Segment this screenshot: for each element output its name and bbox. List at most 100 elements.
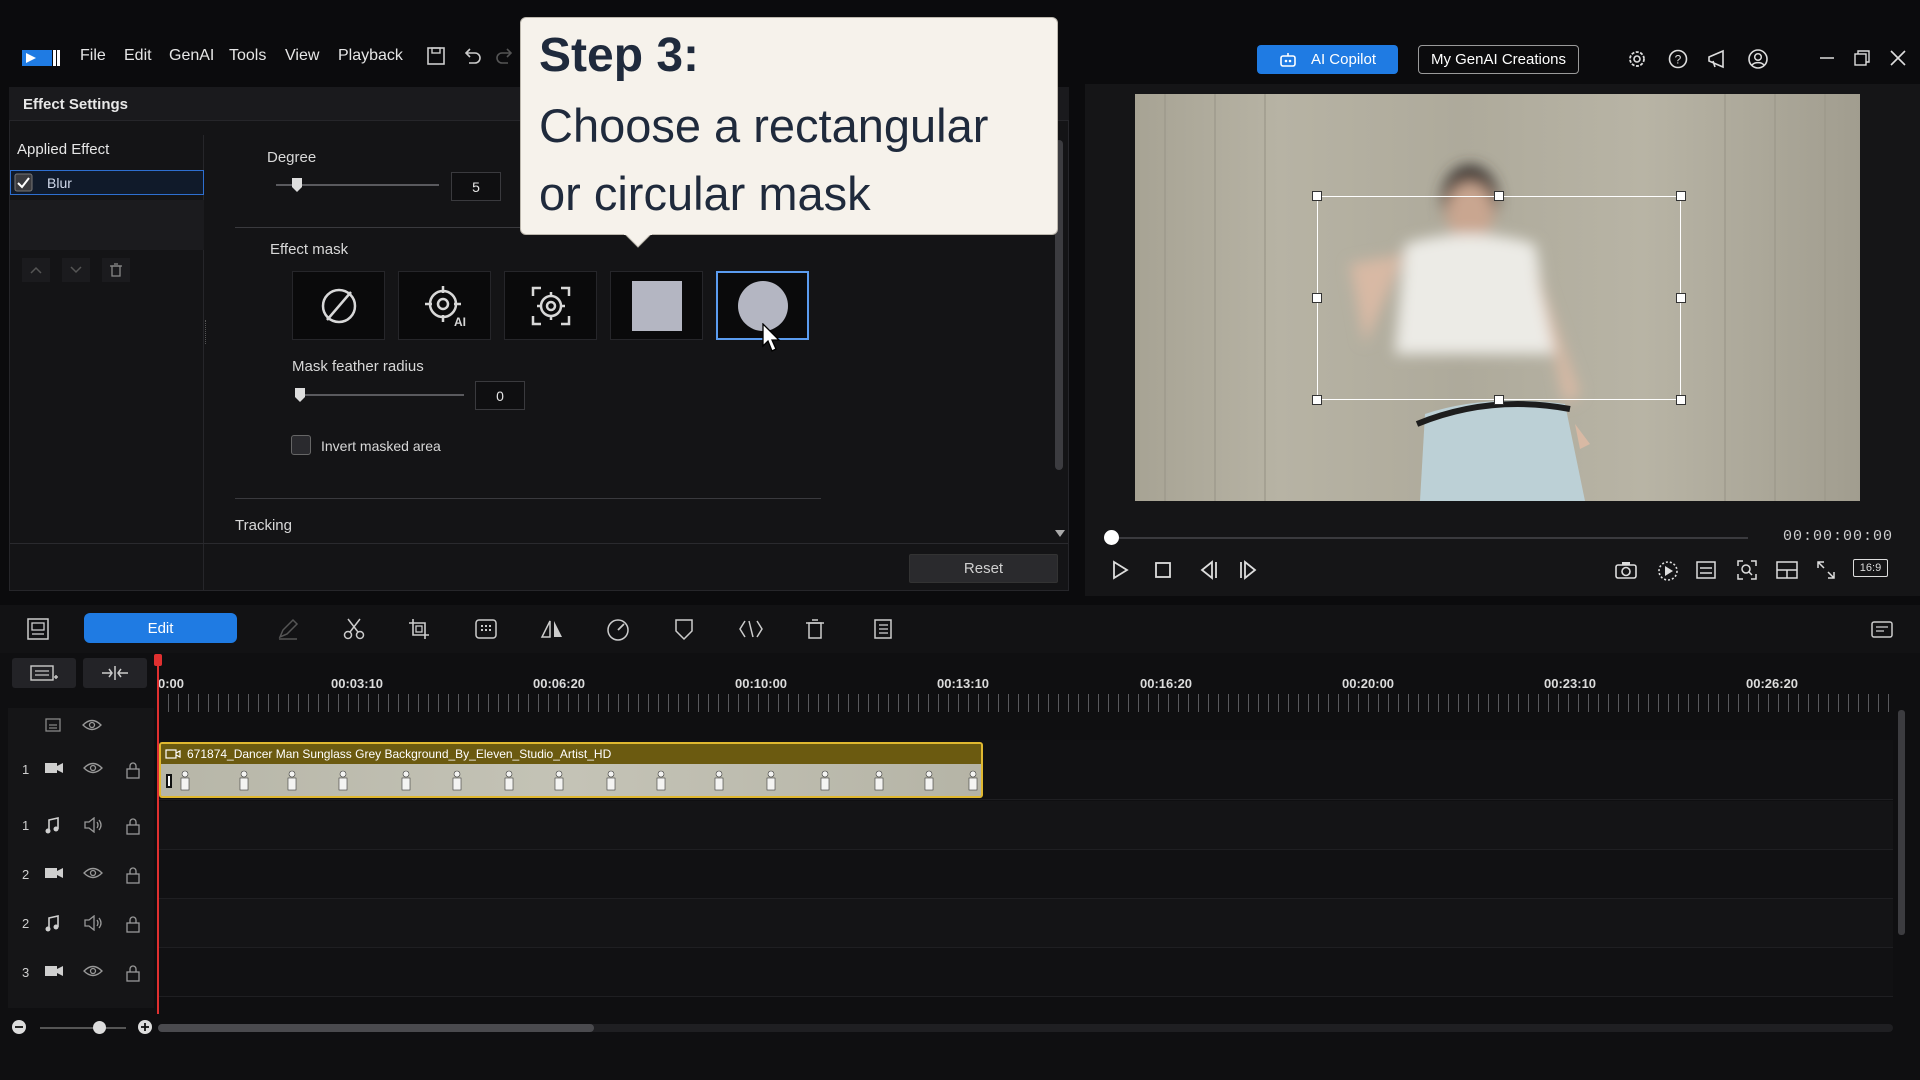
menu-edit[interactable]: Edit: [124, 47, 152, 65]
subtitle-icon[interactable]: [1695, 560, 1717, 580]
scroll-down-icon[interactable]: [1054, 528, 1066, 538]
snapshot-icon[interactable]: [1614, 559, 1638, 581]
undo-icon[interactable]: [461, 45, 483, 67]
reset-button[interactable]: Reset: [909, 554, 1058, 583]
lock-icon[interactable]: [125, 761, 141, 779]
eye-icon[interactable]: [83, 761, 103, 775]
mosaic-icon[interactable]: [473, 617, 499, 641]
mask-handle[interactable]: [1676, 293, 1686, 303]
degree-slider-thumb[interactable]: [291, 177, 303, 193]
scissors-icon[interactable]: [342, 617, 366, 641]
edit-button[interactable]: Edit: [84, 613, 237, 643]
feather-slider-thumb[interactable]: [294, 387, 306, 403]
video-preview[interactable]: [1135, 94, 1860, 501]
mask-handle[interactable]: [1676, 191, 1686, 201]
effect-list-item-blur[interactable]: Blur: [10, 170, 204, 195]
speaker-icon[interactable]: [83, 816, 103, 833]
menu-genai[interactable]: GenAI: [169, 47, 214, 65]
save-icon[interactable]: [425, 45, 447, 67]
mask-none-button[interactable]: [292, 271, 385, 340]
mask-bounding-box[interactable]: [1317, 196, 1681, 400]
video-clip[interactable]: 671874_Dancer Man Sunglass Grey Backgrou…: [159, 742, 983, 798]
timeline-track-video-2[interactable]: [158, 850, 1893, 899]
lock-icon[interactable]: [125, 915, 141, 933]
keyframe-icon[interactable]: [672, 617, 696, 641]
timeline-ruler[interactable]: [158, 694, 1893, 712]
zoom-slider-thumb[interactable]: [93, 1021, 106, 1034]
stop-icon[interactable]: [1153, 560, 1173, 580]
zoom-slider[interactable]: [40, 1027, 126, 1029]
feedback-icon[interactable]: [1706, 48, 1730, 70]
lock-icon[interactable]: [125, 866, 141, 884]
render-preview-icon[interactable]: [1656, 559, 1680, 583]
playhead[interactable]: [157, 654, 159, 1014]
lock-icon[interactable]: [125, 817, 141, 835]
scrubber-thumb[interactable]: [1104, 530, 1119, 545]
mask-handle[interactable]: [1676, 395, 1686, 405]
crop-icon[interactable]: [407, 617, 431, 641]
feather-slider[interactable]: [296, 394, 464, 396]
timeline-settings-icon[interactable]: [1869, 617, 1895, 641]
eye-icon[interactable]: [83, 866, 103, 880]
menu-playback[interactable]: Playback: [338, 47, 403, 65]
next-frame-icon[interactable]: [1238, 559, 1260, 581]
move-up-icon[interactable]: [22, 258, 50, 282]
pen-icon[interactable]: [276, 617, 300, 641]
eye-icon[interactable]: [82, 718, 102, 732]
zoom-preview-icon[interactable]: [1736, 559, 1758, 581]
playhead-marker[interactable]: [154, 654, 162, 666]
timeline-horizontal-scrollbar[interactable]: [158, 1024, 594, 1032]
close-icon[interactable]: [1889, 49, 1907, 67]
move-down-icon[interactable]: [62, 258, 90, 282]
my-genai-creations-button[interactable]: My GenAI Creations: [1418, 45, 1579, 74]
mask-handle[interactable]: [1312, 395, 1322, 405]
feather-value-field[interactable]: 0: [475, 381, 525, 410]
mask-object-button[interactable]: [504, 271, 597, 340]
mask-handle[interactable]: [1494, 395, 1504, 405]
help-icon[interactable]: ?: [1667, 48, 1689, 70]
restore-icon[interactable]: [1853, 49, 1871, 67]
account-icon[interactable]: [1747, 48, 1769, 70]
mask-ai-object-button[interactable]: AI: [398, 271, 491, 340]
timeline-track-audio-2[interactable]: [158, 899, 1893, 948]
playback-scrubber[interactable]: [1111, 537, 1748, 539]
minimize-icon[interactable]: [1818, 49, 1836, 67]
app-logo[interactable]: [22, 47, 60, 69]
timeline-vertical-scrollbar[interactable]: [1898, 710, 1905, 935]
speaker-icon[interactable]: [83, 914, 103, 931]
eye-icon[interactable]: [83, 964, 103, 978]
zoom-out-icon[interactable]: [11, 1019, 27, 1035]
menu-view[interactable]: View: [285, 47, 319, 65]
timeline-track-video-3[interactable]: [158, 948, 1893, 997]
track-manager-button[interactable]: [12, 658, 76, 688]
checkbox-icon[interactable]: [14, 173, 33, 192]
degree-value-field[interactable]: 5: [451, 172, 501, 201]
timeline-track-audio-1[interactable]: [158, 801, 1893, 850]
aspect-ratio-button[interactable]: 16:9: [1853, 559, 1888, 577]
delete-effect-icon[interactable]: [102, 258, 130, 282]
panel-splitter[interactable]: [205, 320, 208, 344]
menu-tools[interactable]: Tools: [229, 47, 266, 65]
more-tools-icon[interactable]: [869, 617, 895, 641]
zoom-in-icon[interactable]: [137, 1019, 153, 1035]
transition-icon[interactable]: [737, 617, 765, 641]
mask-handle[interactable]: [1312, 293, 1322, 303]
play-icon[interactable]: [1109, 559, 1131, 581]
fullscreen-icon[interactable]: [1815, 559, 1837, 581]
flip-icon[interactable]: [539, 617, 565, 641]
lock-icon[interactable]: [125, 964, 141, 982]
redo-icon[interactable]: [494, 45, 516, 67]
mask-handle[interactable]: [1312, 191, 1322, 201]
previous-frame-icon[interactable]: [1197, 559, 1219, 581]
menu-file[interactable]: File: [80, 47, 106, 65]
gear-icon[interactable]: [1626, 48, 1648, 70]
speed-icon[interactable]: [605, 617, 631, 641]
subtitle-track-icon[interactable]: [44, 716, 62, 734]
mask-rectangle-button[interactable]: [610, 271, 703, 340]
trash-icon[interactable]: [804, 617, 826, 641]
ai-copilot-button[interactable]: AI Copilot: [1257, 45, 1398, 74]
fit-timeline-button[interactable]: [83, 658, 147, 688]
invert-checkbox[interactable]: [291, 435, 311, 455]
layout-icon[interactable]: [1775, 560, 1799, 580]
storyboard-view-icon[interactable]: [26, 617, 50, 641]
